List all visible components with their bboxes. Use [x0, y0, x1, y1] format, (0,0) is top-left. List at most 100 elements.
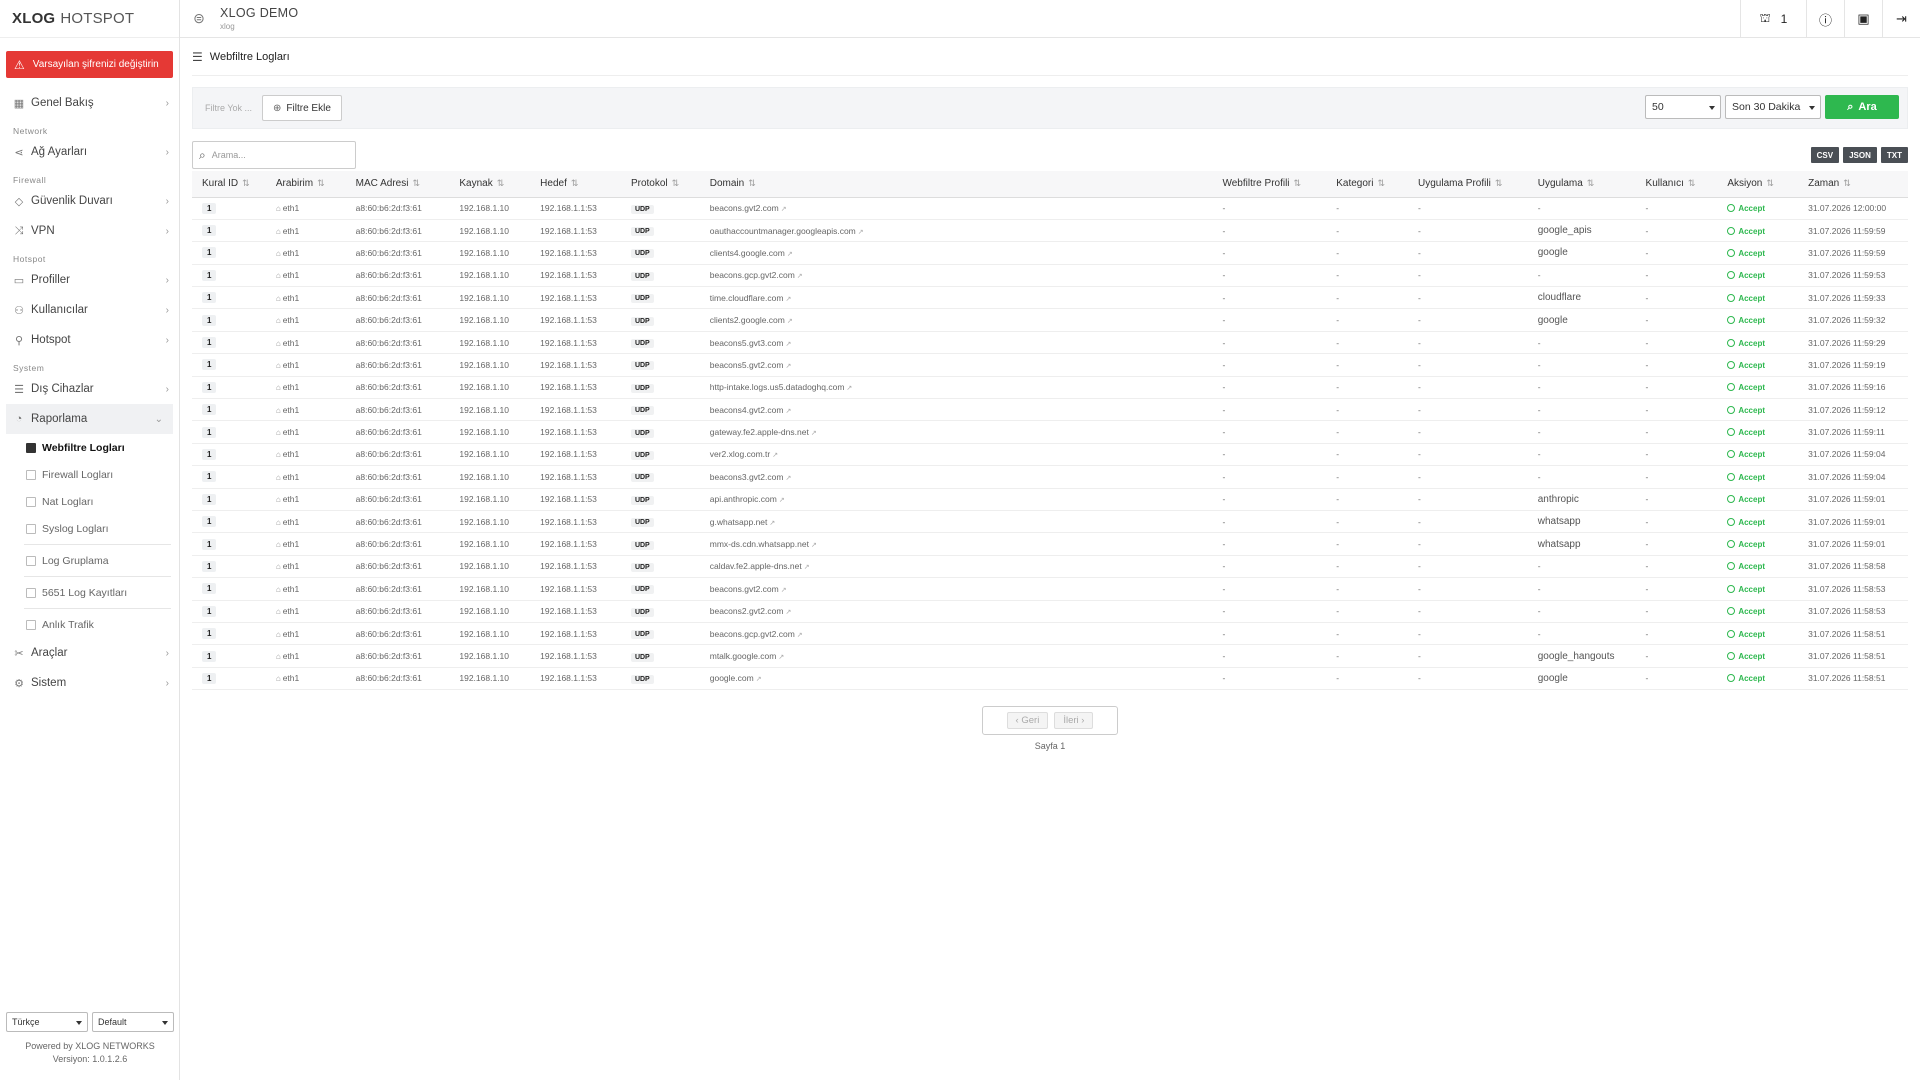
sort-icon[interactable]: ⇅ — [1377, 178, 1385, 188]
sort-icon[interactable]: ⇅ — [317, 178, 325, 188]
external-link-icon[interactable]: ↗ — [858, 229, 864, 236]
sort-icon[interactable]: ⇅ — [497, 178, 505, 188]
table-row[interactable]: 1 ⌂ eth1 a8:60:b6:2d:f3:61 192.168.1.10 192.1… — [192, 465, 1908, 489]
domain-link[interactable]: caldav.fe2.apple-dns.net — [710, 561, 802, 571]
sort-icon[interactable]: ⇅ — [1843, 178, 1851, 188]
table-row[interactable]: 1 ⌂ eth1 a8:60:b6:2d:f3:61 192.168.1.10 192.1… — [192, 488, 1908, 511]
table-row[interactable]: 1 ⌂ eth1 a8:60:b6:2d:f3:61 192.168.1.10 192.1… — [192, 510, 1908, 534]
external-link-icon[interactable]: ↗ — [785, 341, 791, 348]
theme-select[interactable]: Default — [92, 1012, 174, 1032]
table-row[interactable]: 1 ⌂ eth1 a8:60:b6:2d:f3:61 192.168.1.10 192.1… — [192, 622, 1908, 646]
domain-link[interactable]: clients2.google.com — [710, 315, 785, 325]
sidebar-item-vpn[interactable]: ⤨ VPN › — [0, 216, 179, 246]
sidebar-item-firewall[interactable]: ◇ Güvenlik Duvarı › — [0, 186, 179, 216]
sort-icon[interactable]: ⇅ — [412, 178, 420, 188]
table-row[interactable]: 1 ⌂ eth1 a8:60:b6:2d:f3:61 192.168.1.10 192.1… — [192, 644, 1908, 668]
menu-icon[interactable]: ☰ — [192, 50, 203, 64]
prev-page-button[interactable]: ‹ Geri — [1006, 712, 1049, 730]
table-row[interactable]: 1 ⌂ eth1 a8:60:b6:2d:f3:61 192.168.1.10 192.1… — [192, 353, 1908, 377]
brand-logo[interactable]: XLOG HOTSPOT — [0, 0, 179, 38]
external-link-icon[interactable]: ↗ — [787, 251, 793, 258]
column-header[interactable]: Uygulama Profili ⇅ — [1408, 171, 1528, 198]
external-link-icon[interactable]: ↗ — [811, 542, 817, 549]
domain-link[interactable]: beacons3.gvt2.com — [710, 472, 784, 482]
sort-icon[interactable]: ⇅ — [571, 178, 579, 188]
external-link-icon[interactable]: ↗ — [846, 385, 852, 392]
external-link-icon[interactable]: ↗ — [772, 452, 778, 459]
sidebar-item-external-devices[interactable]: ☰ Dış Cihazlar › — [0, 374, 179, 404]
page-size-select[interactable]: 50 — [1645, 95, 1721, 119]
domain-link[interactable]: api.anthropic.com — [710, 494, 777, 504]
column-header[interactable]: MAC Adresi ⇅ — [345, 171, 450, 198]
column-header[interactable]: Kullanıcı ⇅ — [1635, 171, 1718, 198]
table-row[interactable]: 1 ⌂ eth1 a8:60:b6:2d:f3:61 192.168.1.10 192.1… — [192, 286, 1908, 310]
external-link-icon[interactable]: ↗ — [781, 587, 787, 594]
external-link-icon[interactable]: ↗ — [785, 363, 791, 370]
save-button[interactable]: ▣ — [1844, 0, 1882, 38]
domain-link[interactable]: beacons2.gvt2.com — [710, 606, 784, 616]
external-link-icon[interactable]: ↗ — [778, 654, 784, 661]
search-button[interactable]: ⌕ Ara — [1825, 95, 1899, 119]
time-range-select[interactable]: Son 30 Dakika — [1725, 95, 1821, 119]
sub-item-5651-logs[interactable]: 5651 Log Kayıtları — [0, 579, 179, 606]
domain-link[interactable]: beacons.gcp.gvt2.com — [710, 629, 795, 639]
info-button[interactable]: ⓘ — [1806, 0, 1844, 38]
table-row[interactable]: 1 ⌂ eth1 a8:60:b6:2d:f3:61 192.168.1.10 192.1… — [192, 398, 1908, 422]
column-header[interactable]: Aksiyon ⇅ — [1717, 171, 1799, 198]
table-row[interactable]: 1 ⌂ eth1 a8:60:b6:2d:f3:61 192.168.1.10 192.1… — [192, 555, 1908, 579]
table-row[interactable]: 1 ⌂ eth1 a8:60:b6:2d:f3:61 192.168.1.10 192.1… — [192, 420, 1908, 444]
domain-link[interactable]: google.com — [710, 673, 754, 683]
sort-icon[interactable]: ⇅ — [242, 178, 250, 188]
sort-icon[interactable]: ⇅ — [748, 178, 756, 188]
column-header[interactable]: Kategori ⇅ — [1326, 171, 1408, 198]
external-link-icon[interactable]: ↗ — [769, 520, 775, 527]
sort-icon[interactable]: ⇅ — [1294, 178, 1302, 188]
column-header[interactable]: Kaynak ⇅ — [449, 171, 531, 198]
table-row[interactable]: 1 ⌂ eth1 a8:60:b6:2d:f3:61 192.168.1.10 192.1… — [192, 219, 1908, 243]
sidebar-item-profiles[interactable]: ▭ Profiller › — [0, 265, 179, 295]
change-password-alert[interactable]: ⚠ Varsayılan şifrenizi değiştirin — [6, 51, 173, 78]
export-json-button[interactable]: JSON — [1843, 147, 1877, 163]
external-link-icon[interactable]: ↗ — [797, 632, 803, 639]
online-users-button[interactable]: ⛫ 1 — [1740, 0, 1806, 38]
table-row[interactable]: 1 ⌂ eth1 a8:60:b6:2d:f3:61 192.168.1.10 192.1… — [192, 577, 1908, 601]
sub-item-firewall-logs[interactable]: Firewall Logları — [0, 461, 179, 488]
column-header[interactable]: Uygulama ⇅ — [1527, 171, 1636, 198]
external-link-icon[interactable]: ↗ — [781, 206, 787, 213]
external-link-icon[interactable]: ↗ — [804, 564, 810, 571]
domain-link[interactable]: beacons4.gvt2.com — [710, 405, 784, 415]
external-link-icon[interactable]: ↗ — [811, 430, 817, 437]
sort-icon[interactable]: ⇅ — [672, 178, 680, 188]
domain-link[interactable]: beacons.gvt2.com — [710, 203, 779, 213]
table-row[interactable]: 1 ⌂ eth1 a8:60:b6:2d:f3:61 192.168.1.10 192.1… — [192, 532, 1908, 556]
domain-link[interactable]: beacons5.gvt3.com — [710, 338, 784, 348]
sort-icon[interactable]: ⇅ — [1495, 178, 1503, 188]
column-header[interactable]: Protokol ⇅ — [620, 171, 700, 198]
add-filter-button[interactable]: ⊕ Filtre Ekle — [262, 95, 342, 121]
table-row[interactable]: 1 ⌂ eth1 a8:60:b6:2d:f3:61 192.168.1.10 192.1… — [192, 197, 1908, 220]
column-header[interactable]: Zaman ⇅ — [1798, 171, 1908, 198]
sidebar-item-hotspot[interactable]: ⚲ Hotspot › — [0, 325, 179, 355]
table-row[interactable]: 1 ⌂ eth1 a8:60:b6:2d:f3:61 192.168.1.10 192.1… — [192, 667, 1908, 691]
table-row[interactable]: 1 ⌂ eth1 a8:60:b6:2d:f3:61 192.168.1.10 192.1… — [192, 241, 1908, 265]
table-row[interactable]: 1 ⌂ eth1 a8:60:b6:2d:f3:61 192.168.1.10 192.1… — [192, 264, 1908, 288]
next-page-button[interactable]: İleri › — [1054, 712, 1094, 730]
external-link-icon[interactable]: ↗ — [797, 273, 803, 280]
domain-link[interactable]: beacons.gvt2.com — [710, 584, 779, 594]
column-header[interactable]: Hedef ⇅ — [530, 171, 621, 198]
logout-button[interactable]: ⇥ — [1882, 0, 1920, 38]
table-row[interactable]: 1 ⌂ eth1 a8:60:b6:2d:f3:61 192.168.1.10 192.1… — [192, 331, 1908, 355]
domain-link[interactable]: http-intake.logs.us5.datadoghq.com — [710, 382, 845, 392]
sidebar-item-users[interactable]: ⚇ Kullanıcılar › — [0, 295, 179, 325]
external-link-icon[interactable]: ↗ — [787, 318, 793, 325]
column-header[interactable]: Domain ⇅ — [699, 171, 1213, 198]
sort-icon[interactable]: ⇅ — [1587, 178, 1595, 188]
export-txt-button[interactable]: TXT — [1880, 147, 1908, 163]
domain-link[interactable]: beacons.gcp.gvt2.com — [710, 270, 795, 280]
sub-item-webfilter-logs[interactable]: Webfiltre Logları — [0, 434, 179, 461]
domain-link[interactable]: oauthaccountmanager.googleapis.com — [710, 226, 856, 236]
domain-link[interactable]: mmx-ds.cdn.whatsapp.net — [710, 539, 809, 549]
external-link-icon[interactable]: ↗ — [785, 296, 791, 303]
domain-link[interactable]: ver2.xlog.com.tr — [710, 449, 770, 459]
sort-icon[interactable]: ⇅ — [1688, 178, 1696, 188]
